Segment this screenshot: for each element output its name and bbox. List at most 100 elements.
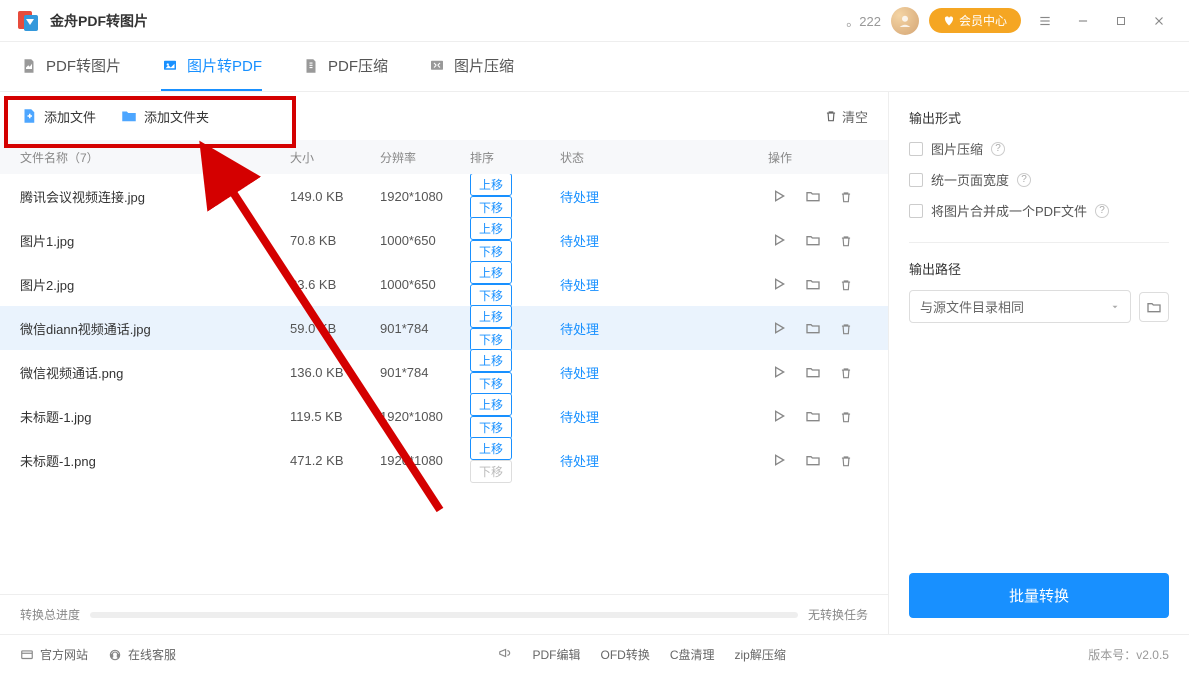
- titlebar: 金舟PDF转图片 。222 会员中心: [0, 0, 1189, 42]
- table-row[interactable]: 腾讯会议视频连接.jpg 149.0 KB 1920*1080 上移下移 待处理: [0, 174, 888, 218]
- file-status: 待处理: [560, 234, 599, 249]
- file-status: 待处理: [560, 454, 599, 469]
- delete-icon[interactable]: [835, 274, 857, 296]
- file-size: 149.0 KB: [290, 189, 380, 204]
- move-up-button[interactable]: 上移: [470, 349, 512, 372]
- footer-pdf-edit[interactable]: PDF编辑: [532, 646, 580, 663]
- move-up-button[interactable]: 上移: [470, 437, 512, 460]
- move-down-button[interactable]: 下移: [470, 372, 512, 395]
- table-row[interactable]: 未标题-1.jpg 119.5 KB 1920*1080 上移下移 待处理: [0, 394, 888, 438]
- move-down-button[interactable]: 下移: [470, 240, 512, 263]
- support-link[interactable]: 在线客服: [108, 646, 176, 663]
- menu-button[interactable]: [1031, 7, 1059, 35]
- folder-open-icon[interactable]: [802, 273, 824, 295]
- tabs: PDF转图片 图片转PDF PDF压缩 图片压缩: [0, 42, 1189, 92]
- tab-pdf-compress[interactable]: PDF压缩: [302, 42, 388, 91]
- vip-center-button[interactable]: 会员中心: [929, 8, 1021, 33]
- move-down-button[interactable]: 下移: [470, 328, 512, 351]
- add-file-button[interactable]: 添加文件: [20, 107, 96, 126]
- file-size: 59.0 KB: [290, 321, 380, 336]
- checkbox-uniform-width[interactable]: [909, 173, 923, 187]
- checkbox-merge-pdf[interactable]: [909, 204, 923, 218]
- table-row[interactable]: 图片2.jpg 83.6 KB 1000*650 上移下移 待处理: [0, 262, 888, 306]
- folder-open-icon[interactable]: [802, 185, 824, 207]
- add-file-label: 添加文件: [44, 107, 96, 126]
- help-icon[interactable]: ?: [991, 142, 1005, 156]
- folder-open-icon[interactable]: [802, 449, 824, 471]
- footer-cdisk[interactable]: C盘清理: [670, 646, 715, 663]
- play-icon[interactable]: [768, 361, 790, 383]
- footer-ofd[interactable]: OFD转换: [600, 646, 649, 663]
- browse-folder-button[interactable]: [1139, 292, 1169, 322]
- progress-status: 无转换任务: [808, 606, 868, 623]
- move-down-button[interactable]: 下移: [470, 196, 512, 219]
- move-up-button[interactable]: 上移: [470, 217, 512, 240]
- footer-zip[interactable]: zip解压缩: [735, 646, 786, 663]
- file-size: 471.2 KB: [290, 453, 380, 468]
- move-down-button[interactable]: 下移: [470, 284, 512, 307]
- delete-icon[interactable]: [835, 362, 857, 384]
- folder-open-icon[interactable]: [802, 405, 824, 427]
- tab-image-to-pdf[interactable]: 图片转PDF: [161, 42, 262, 91]
- delete-icon[interactable]: [835, 318, 857, 340]
- table-row[interactable]: 微信视频通话.png 136.0 KB 901*784 上移下移 待处理: [0, 350, 888, 394]
- play-icon[interactable]: [768, 449, 790, 471]
- minimize-button[interactable]: [1069, 7, 1097, 35]
- file-resolution: 901*784: [380, 365, 470, 380]
- move-down-button[interactable]: 下移: [470, 460, 512, 483]
- play-icon[interactable]: [768, 185, 790, 207]
- output-path-value: 与源文件目录相同: [920, 297, 1024, 316]
- move-up-button[interactable]: 上移: [470, 261, 512, 284]
- progress-row: 转换总进度 无转换任务: [0, 594, 888, 634]
- file-resolution: 1000*650: [380, 277, 470, 292]
- checkbox-uniform-width-label: 统一页面宽度: [931, 170, 1009, 189]
- close-button[interactable]: [1145, 7, 1173, 35]
- play-icon[interactable]: [768, 317, 790, 339]
- file-status: 待处理: [560, 278, 599, 293]
- move-up-button[interactable]: 上移: [470, 393, 512, 416]
- tab-pdf-to-image[interactable]: PDF转图片: [20, 42, 121, 91]
- tab-image-compress[interactable]: 图片压缩: [428, 42, 514, 91]
- file-name: 微信视频通话.png: [20, 363, 290, 382]
- file-resolution: 1920*1080: [380, 189, 470, 204]
- folder-open-icon[interactable]: [802, 361, 824, 383]
- file-name: 微信diann视频通话.jpg: [20, 319, 290, 338]
- official-site-link[interactable]: 官方网站: [20, 646, 88, 663]
- file-name: 未标题-1.png: [20, 451, 290, 470]
- table-header: 文件名称（7） 大小 分辨率 排序 状态 操作: [0, 140, 888, 174]
- move-up-button[interactable]: 上移: [470, 174, 512, 196]
- delete-icon[interactable]: [835, 186, 857, 208]
- avatar[interactable]: [891, 7, 919, 35]
- move-up-button[interactable]: 上移: [470, 305, 512, 328]
- clear-label: 清空: [842, 107, 868, 126]
- table-row[interactable]: 微信diann视频通话.jpg 59.0 KB 901*784 上移下移 待处理: [0, 306, 888, 350]
- play-icon[interactable]: [768, 229, 790, 251]
- batch-convert-button[interactable]: 批量转换: [909, 573, 1169, 618]
- help-icon[interactable]: ?: [1095, 204, 1109, 218]
- chevron-down-icon: [1110, 302, 1120, 312]
- help-icon[interactable]: ?: [1017, 173, 1031, 187]
- clear-button[interactable]: 清空: [824, 107, 868, 126]
- file-resolution: 1920*1080: [380, 409, 470, 424]
- move-down-button[interactable]: 下移: [470, 416, 512, 439]
- col-header-res: 分辨率: [380, 149, 470, 166]
- table-row[interactable]: 未标题-1.png 471.2 KB 1920*1080 上移下移 待处理: [0, 438, 888, 482]
- maximize-button[interactable]: [1107, 7, 1135, 35]
- support-label: 在线客服: [128, 646, 176, 663]
- output-path-select[interactable]: 与源文件目录相同: [909, 290, 1131, 323]
- file-name: 图片1.jpg: [20, 231, 290, 250]
- delete-icon[interactable]: [835, 406, 857, 428]
- file-name: 未标题-1.jpg: [20, 407, 290, 426]
- add-folder-button[interactable]: 添加文件夹: [120, 107, 209, 126]
- table-row[interactable]: 图片1.jpg 70.8 KB 1000*650 上移下移 待处理: [0, 218, 888, 262]
- play-icon[interactable]: [768, 273, 790, 295]
- file-size: 136.0 KB: [290, 365, 380, 380]
- folder-open-icon[interactable]: [802, 317, 824, 339]
- checkbox-compress[interactable]: [909, 142, 923, 156]
- delete-icon[interactable]: [835, 230, 857, 252]
- footer: 官方网站 在线客服 PDF编辑 OFD转换 C盘清理 zip解压缩 版本号：v2…: [0, 634, 1189, 674]
- folder-open-icon[interactable]: [802, 229, 824, 251]
- version-label: 版本号：v2.0.5: [1088, 646, 1169, 663]
- delete-icon[interactable]: [835, 450, 857, 472]
- play-icon[interactable]: [768, 405, 790, 427]
